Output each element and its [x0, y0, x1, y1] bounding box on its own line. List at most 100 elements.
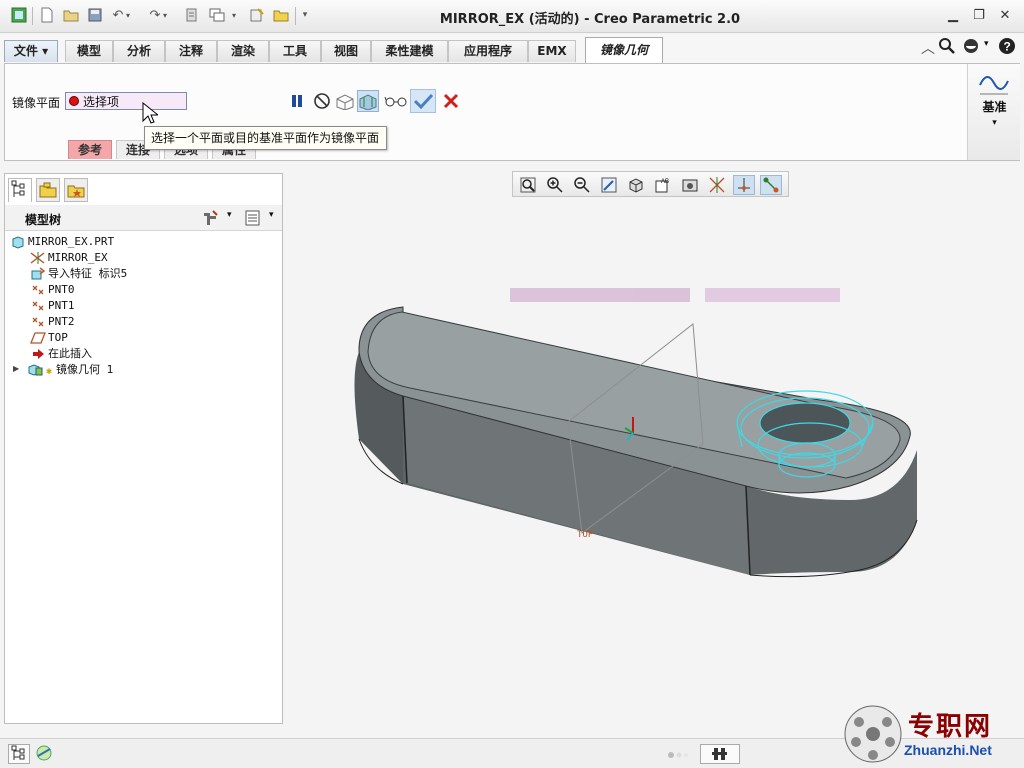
model-tree-title: 模型树 [25, 213, 62, 227]
customize-toolbar-icon[interactable]: ▾ [299, 6, 311, 24]
undo-dropdown-icon[interactable]: ▾ [123, 6, 133, 24]
preview-geometry-icon[interactable] [334, 90, 356, 112]
community-dropdown-icon[interactable]: ▾ [984, 39, 994, 49]
watermark: 专职网 Zhuanzhi.Net [842, 704, 1022, 764]
tree-item-mirror-geometry[interactable]: ✱ 镜像几何 1 [28, 362, 113, 378]
datum-group[interactable]: 基准 ▾ [967, 64, 1020, 160]
new-file-icon[interactable] [38, 6, 56, 24]
model-tree-header: 模型树 ▾ ▾ [5, 205, 282, 231]
mirror-geometry-icon [28, 363, 44, 377]
tree-item-csys[interactable]: MIRROR_EX [30, 250, 108, 266]
search-icon[interactable] [938, 37, 958, 57]
datum-point-icon [30, 315, 46, 329]
tree-item-top[interactable]: TOP [30, 330, 68, 346]
datum-label: 基准 [982, 100, 1007, 114]
graphics-area[interactable]: TOP [290, 200, 1020, 730]
tab-emx[interactable]: EMX [528, 40, 576, 62]
restore-button[interactable]: ❐ [970, 7, 988, 25]
windows-dropdown-icon[interactable]: ▾ [229, 6, 239, 24]
window-title: MIRROR_EX (活动的) - Creo Parametric 2.0 [439, 12, 741, 27]
zoom-out-icon[interactable] [571, 175, 593, 195]
mirror-plane-collector[interactable]: 选择项 [65, 92, 187, 110]
tooltip: 选择一个平面或目的基准平面作为镜像平面 [144, 126, 387, 150]
svg-text:AB: AB [661, 179, 669, 185]
tab-analysis[interactable]: 分析 [113, 40, 165, 62]
pause-icon[interactable] [286, 90, 308, 112]
datum-point-icon [30, 299, 46, 313]
star-icon: ✱ [46, 366, 53, 377]
tree-item-pnt1[interactable]: PNT1 [30, 298, 75, 314]
tab-file[interactable]: 文件 ▾ [4, 40, 58, 62]
save-icon[interactable] [86, 6, 104, 24]
tree-item-import-feature[interactable]: 导入特征 标识5 [30, 266, 127, 282]
required-selection-icon [69, 96, 79, 106]
tree-item-insert-here[interactable]: 在此插入 [30, 346, 92, 362]
collector-value: 选择项 [83, 94, 120, 109]
community-icon[interactable] [962, 37, 982, 57]
tab-applications[interactable]: 应用程序 [448, 40, 528, 62]
mouse-cursor-icon [142, 102, 158, 124]
show-browser-icon[interactable] [34, 744, 56, 764]
display-style-icon[interactable] [625, 175, 647, 195]
open-file-icon[interactable] [62, 6, 80, 24]
tree-settings-dropdown-icon[interactable]: ▾ [227, 210, 232, 220]
close-button[interactable]: ✕ [996, 7, 1014, 25]
soccer-ball-logo-icon [844, 705, 902, 763]
show-navigator-icon[interactable] [8, 744, 30, 764]
zoom-in-icon[interactable] [544, 175, 566, 195]
tab-view[interactable]: 视图 [321, 40, 371, 62]
verify-glasses-icon[interactable] [383, 90, 409, 112]
no-preview-icon[interactable] [311, 90, 333, 112]
tab-flexible-modeling[interactable]: 柔性建模 [371, 40, 448, 62]
help-collapse-icon[interactable]: ︿ [918, 38, 938, 58]
show-dropdown-icon[interactable]: ▾ [269, 210, 274, 220]
subtab-references[interactable]: 参考 [68, 140, 113, 159]
saved-orientations-icon[interactable]: AB [652, 175, 674, 195]
csys-icon [30, 251, 46, 265]
help-icon[interactable]: ? [998, 37, 1018, 57]
top-datum-plane-label: TOP [577, 530, 594, 540]
import-feature-icon [30, 267, 46, 281]
ok-button[interactable] [410, 89, 436, 113]
tab-mirror-geometry[interactable]: 镜像几何 [585, 37, 663, 63]
graphics-toolbar: AB [512, 171, 789, 197]
tree-item-pnt0[interactable]: PNT0 [30, 282, 75, 298]
watermark-en: Zhuanzhi.Net [904, 742, 992, 758]
tab-render[interactable]: 渲染 [217, 40, 269, 62]
datum-plane-icon [30, 331, 46, 345]
cancel-button[interactable] [440, 90, 462, 112]
spin-center-icon[interactable] [733, 175, 755, 195]
minimize-button[interactable]: ▁ [944, 7, 962, 25]
tab-tools[interactable]: 工具 [269, 40, 321, 62]
title-bar: ↶ ▾ ↷ ▾ ▾ ▾ MIRROR_EX (活动的) - Creo Param… [0, 0, 1024, 33]
folder-browser-tab[interactable] [36, 178, 60, 202]
tree-item-part[interactable]: MIRROR_EX.PRT [10, 234, 114, 250]
svg-text:?: ? [1004, 40, 1011, 54]
repaint-icon[interactable] [598, 175, 620, 195]
datum-sine-icon [979, 76, 1009, 95]
show-icon[interactable] [244, 209, 262, 227]
favorites-tab[interactable] [64, 178, 88, 202]
datum-display-filters-icon[interactable] [706, 175, 728, 195]
model-tree-tab[interactable] [8, 178, 32, 202]
watermark-cn: 专职网 [908, 712, 993, 742]
redo-dropdown-icon[interactable]: ▾ [160, 6, 170, 24]
regenerate-icon[interactable] [183, 6, 201, 24]
tab-model[interactable]: 模型 [65, 40, 113, 62]
tab-annotate[interactable]: 注释 [165, 40, 217, 62]
tree-settings-icon[interactable] [201, 209, 219, 227]
expand-arrow-icon[interactable]: ▶ [13, 364, 19, 373]
windows-icon[interactable] [208, 6, 226, 24]
datum-dropdown-icon: ▾ [992, 118, 997, 128]
close-window-icon[interactable] [248, 6, 266, 24]
select-folder-icon[interactable] [272, 6, 290, 24]
selection-filter-icon[interactable] [700, 744, 740, 764]
mirror-plane-label: 镜像平面 [12, 96, 61, 110]
datum-point-icon [30, 283, 46, 297]
part-icon [10, 235, 26, 249]
tree-item-pnt2[interactable]: PNT2 [30, 314, 75, 330]
view-manager-icon[interactable] [679, 175, 701, 195]
refit-icon[interactable] [517, 175, 539, 195]
attached-preview-icon[interactable] [357, 90, 379, 112]
annotation-display-icon[interactable] [760, 175, 782, 195]
